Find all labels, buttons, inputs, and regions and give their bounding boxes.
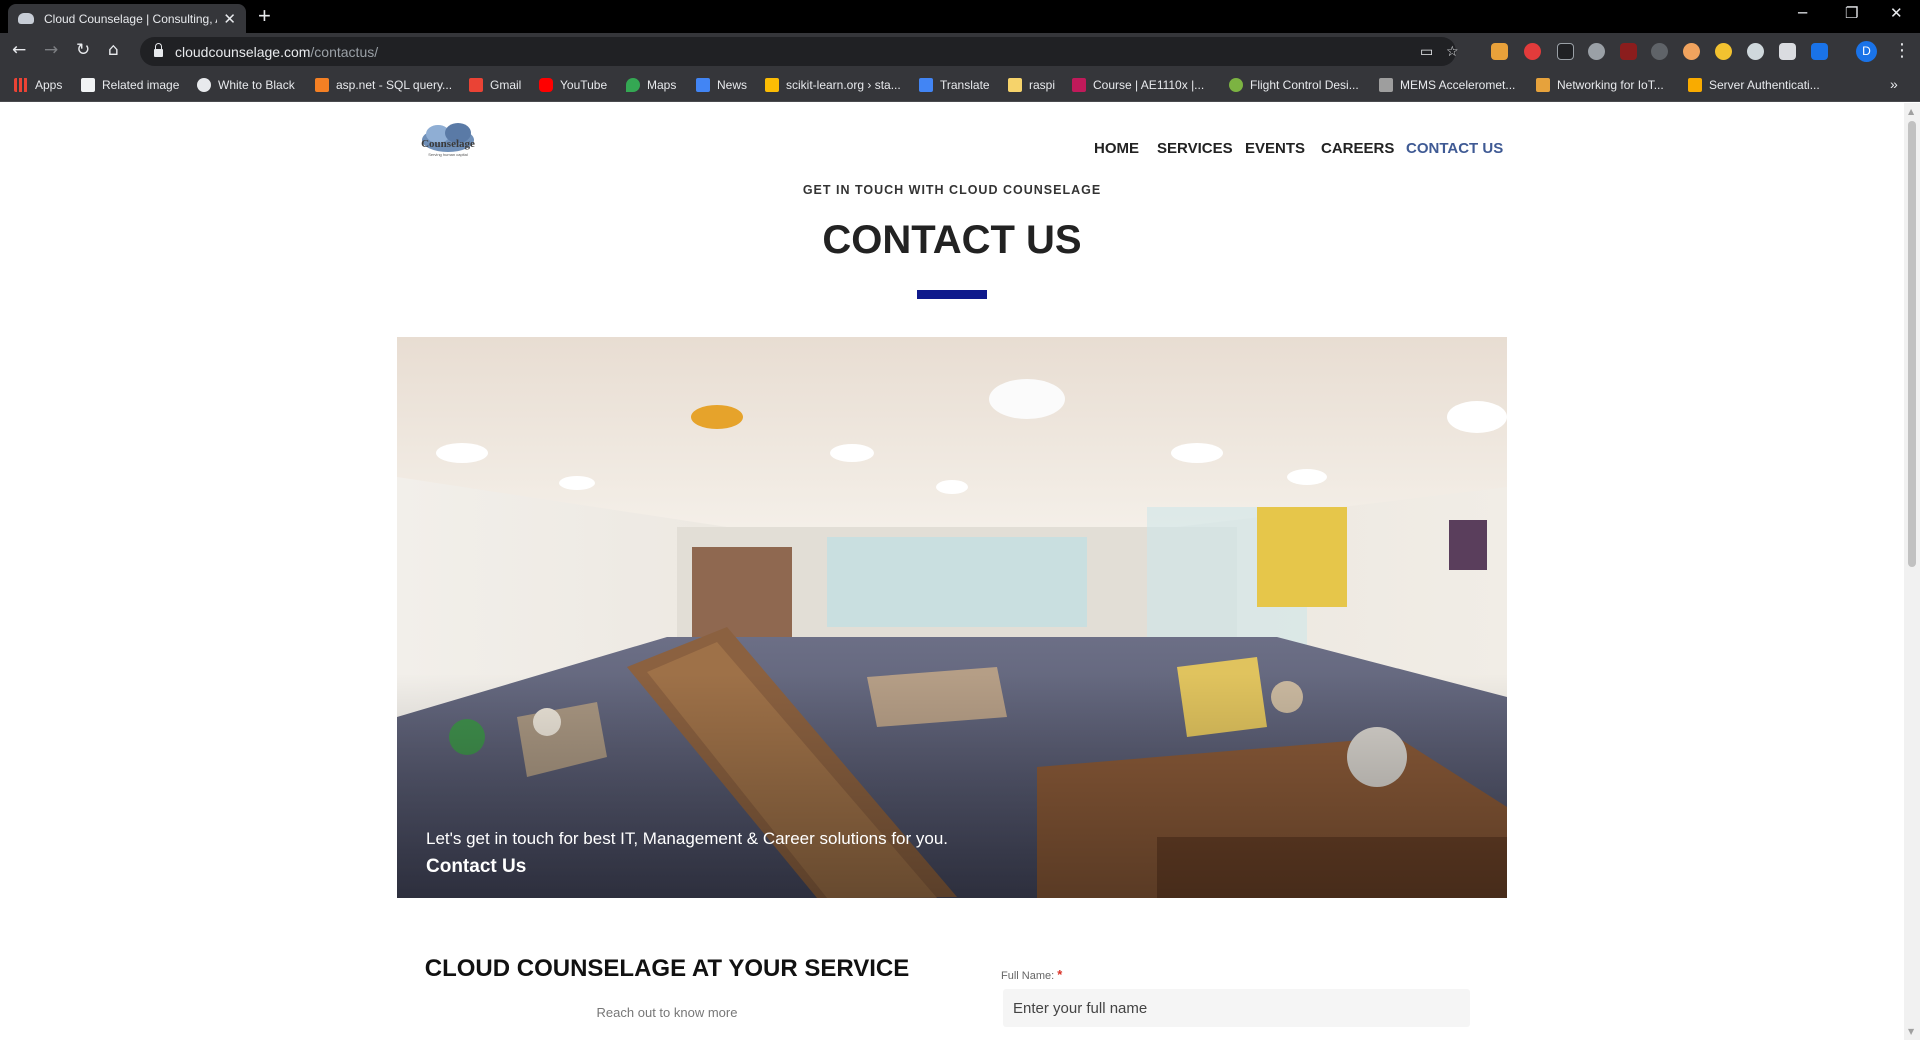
globe-icon [197,78,211,92]
extension-key-icon[interactable] [1491,43,1508,60]
browser-toolbar: ← → ↻ ⌂ cloudcounselage.com/contactus/ ▭… [0,33,1920,70]
browser-tab[interactable]: Cloud Counselage | Consulting, A ✕ [8,4,246,33]
bookmark-server-auth[interactable]: Server Authenticati... [1688,78,1820,92]
page-title: CONTACT US [822,218,1082,262]
browser-menu-icon[interactable]: ⋮ [1893,40,1911,61]
full-name-input[interactable] [1003,989,1470,1027]
home-icon[interactable]: ⌂ [108,40,119,60]
counselage-logo[interactable]: Counselage Serving human capital [408,120,488,162]
bookmark-related-image[interactable]: Related image [81,78,179,92]
scroll-up-icon[interactable]: ▲ [1908,107,1914,116]
extension-feather-icon[interactable] [1651,43,1668,60]
extension-cookie-icon[interactable] [1683,43,1700,60]
tab-title: Cloud Counselage | Consulting, A [44,11,218,26]
bookmark-news[interactable]: News [696,78,747,92]
address-bar[interactable]: cloudcounselage.com/contactus/ ▭ ☆ [140,37,1459,66]
bookmark-course[interactable]: Course | AE1110x |... [1072,78,1204,92]
logo-text: Counselage [421,138,475,150]
bookmark-flight-control[interactable]: Flight Control Desi... [1229,78,1359,92]
hero-subtitle: Contact Us [426,856,527,877]
stackoverflow-icon [315,78,329,92]
logo-tagline: Serving human capital [428,152,468,157]
hero-caption: Let's get in touch for best IT, Manageme… [426,829,949,848]
bookmark-white-to-black[interactable]: White to Black [197,78,295,92]
extension-react-icon[interactable] [1747,43,1764,60]
url-host: cloudcounselage.com [175,43,311,60]
restore-icon[interactable]: ❐ [1845,4,1858,22]
youtube-icon [539,78,553,92]
page-icon [81,78,95,92]
url-path: /contactus/ [310,43,379,60]
service-subheading: Reach out to know more [596,1005,738,1020]
folder-icon [1008,78,1022,92]
extension-check-icon[interactable] [1715,43,1732,60]
service-heading: CLOUD COUNSELAGE AT YOUR SERVICE [424,955,910,982]
reload-icon[interactable]: ↻ [76,40,90,60]
page-scrollbar[interactable]: ▲ ▼ [1904,103,1920,1040]
title-underline-bar [917,290,987,299]
bookmark-translate[interactable]: Translate [919,78,990,92]
close-tab-icon[interactable]: ✕ [223,10,236,28]
edx-icon [1072,78,1086,92]
maps-pin-icon [626,78,640,92]
course-icon [1229,78,1243,92]
nav-contact-us[interactable]: CONTACT US [1406,140,1503,157]
browser-tab-strip: Cloud Counselage | Consulting, A ✕ + ─ ❐… [0,0,1920,33]
translate-icon [919,78,933,92]
bookmark-star-icon[interactable]: ☆ [1446,44,1459,60]
new-tab-icon[interactable]: + [258,3,271,29]
bookmark-gmail[interactable]: Gmail [469,78,521,92]
news-icon [696,78,710,92]
full-name-label: Full Name: * [1001,967,1063,982]
bookmark-scikit-learn[interactable]: scikit-learn.org › sta... [765,78,901,92]
section-eyebrow: GET IN TOUCH WITH CLOUD COUNSELAGE [802,183,1102,197]
nav-home[interactable]: HOME [1094,140,1139,157]
university-icon [1379,78,1393,92]
scrollbar-thumb[interactable] [1908,121,1916,567]
bookmark-maps[interactable]: Maps [626,78,676,92]
extension-h-icon[interactable] [1620,43,1637,60]
office-lounge-photo [397,337,1507,898]
back-icon[interactable]: ← [12,40,26,60]
more-bookmarks-icon[interactable]: » [1890,76,1898,92]
minimize-icon[interactable]: ─ [1798,4,1807,22]
e-logo-icon [1536,78,1550,92]
bookmark-aspnet[interactable]: asp.net - SQL query... [315,78,452,92]
extension-ui-icon[interactable] [1811,43,1828,60]
cloud-favicon-icon [18,13,34,24]
profile-avatar[interactable]: D [1856,41,1877,62]
lock-icon [154,43,163,57]
bookmarks-bar: Apps Related image White to Black asp.ne… [0,70,1920,102]
google-drive-icon [765,78,779,92]
extension-arc-icon[interactable] [1588,43,1605,60]
nav-careers[interactable]: CAREERS [1321,140,1394,157]
close-window-icon[interactable]: ✕ [1890,4,1903,22]
bookmark-raspi[interactable]: raspi [1008,78,1055,92]
bookmark-mems[interactable]: MEMS Acceleromet... [1379,78,1515,92]
extension-terminal-icon[interactable] [1557,43,1574,60]
gmail-icon [469,78,483,92]
bookmark-networking[interactable]: Networking for IoT... [1536,78,1664,92]
forward-icon[interactable]: → [44,40,58,60]
webpage: Counselage Serving human capital HOME SE… [0,103,1904,1040]
apps-grid-icon [14,78,28,92]
hero-image: Let's get in touch for best IT, Manageme… [397,337,1507,898]
required-marker: * [1057,967,1063,982]
bookmark-apps[interactable]: Apps [14,78,62,92]
bookmark-youtube[interactable]: YouTube [539,78,607,92]
scroll-down-icon[interactable]: ▼ [1908,1027,1914,1036]
extension-shield-icon[interactable] [1524,43,1541,60]
nav-events[interactable]: EVENTS [1245,140,1305,157]
extension-pen-icon[interactable] [1779,43,1796,60]
cast-icon[interactable]: ▭ [1420,44,1433,60]
nav-services[interactable]: SERVICES [1157,140,1233,157]
box-icon [1688,78,1702,92]
